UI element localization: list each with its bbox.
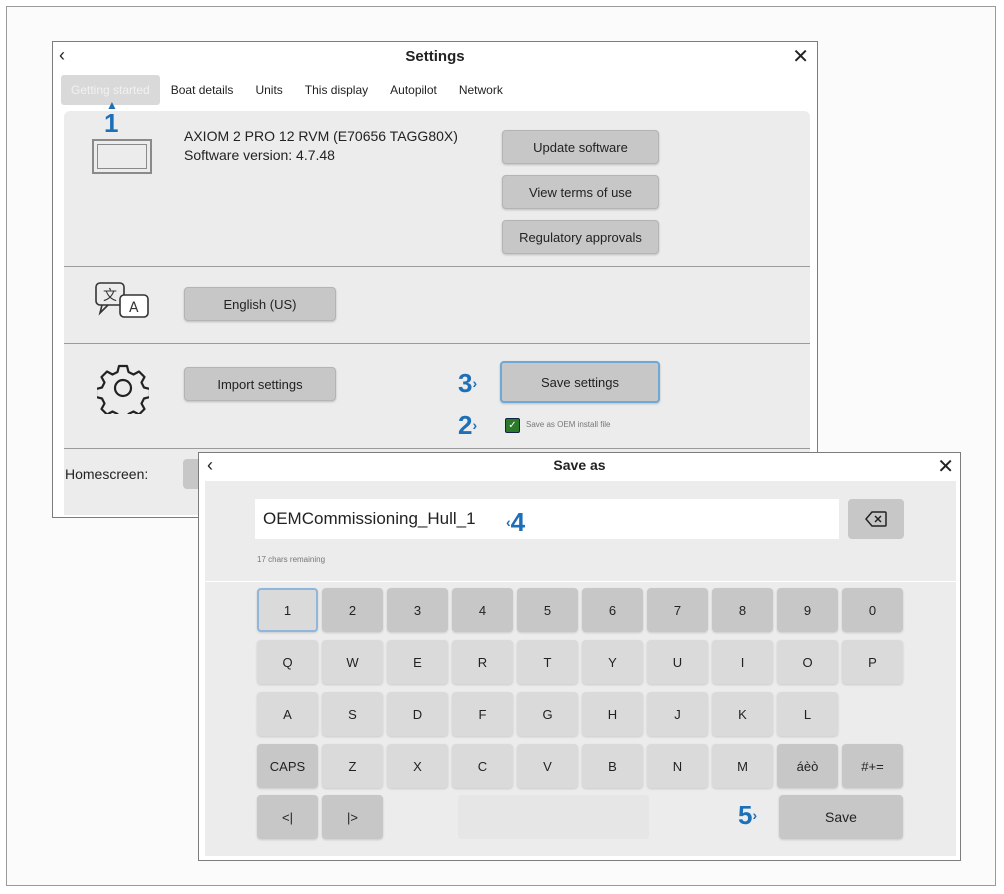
key-9[interactable]: 9 [777, 588, 838, 632]
key-c[interactable]: C [452, 744, 513, 788]
filename-input[interactable] [255, 499, 839, 539]
key-8[interactable]: 8 [712, 588, 773, 632]
language-button[interactable]: English (US) [184, 287, 336, 321]
svg-text:A: A [129, 300, 139, 316]
close-icon[interactable]: ✕ [937, 454, 954, 479]
key-0[interactable]: 0 [842, 588, 903, 632]
display-device-icon [92, 139, 152, 174]
settings-window: ‹ Settings ✕ Getting started Boat detail… [52, 41, 818, 518]
settings-io-panel: Import settings Save settings ✓ Save as … [64, 344, 810, 449]
regulatory-approvals-button[interactable]: Regulatory approvals [502, 220, 659, 254]
key-i[interactable]: I [712, 640, 773, 684]
key-caps[interactable]: CAPS [257, 744, 318, 788]
marker-2-arrow: › [472, 417, 478, 433]
key-7[interactable]: 7 [647, 588, 708, 632]
language-icon: 文 A [95, 282, 149, 318]
backspace-icon [865, 511, 887, 527]
homescreen-label: Homescreen: [65, 466, 149, 482]
key-v[interactable]: V [517, 744, 578, 788]
key-2[interactable]: 2 [322, 588, 383, 632]
space-key[interactable] [458, 795, 649, 839]
key-s[interactable]: S [322, 692, 383, 736]
marker-3-arrow: › [472, 375, 478, 391]
settings-titlebar: ‹ Settings ✕ [53, 42, 817, 72]
marker-3-number: 3 [458, 368, 473, 398]
key-3[interactable]: 3 [387, 588, 448, 632]
key-d[interactable]: D [387, 692, 448, 736]
oem-install-checkbox[interactable]: ✓ [505, 418, 520, 433]
gear-icon [97, 364, 149, 414]
key-u[interactable]: U [647, 640, 708, 684]
key-6[interactable]: 6 [582, 588, 643, 632]
key-x[interactable]: X [387, 744, 448, 788]
tab-autopilot[interactable]: Autopilot [379, 75, 448, 105]
key-a[interactable]: A [257, 692, 318, 736]
save-as-title: Save as [553, 457, 606, 473]
key-h[interactable]: H [582, 692, 643, 736]
device-name: AXIOM 2 PRO 12 RVM (E70656 TAGG80X) [184, 128, 458, 144]
key-g[interactable]: G [517, 692, 578, 736]
key-p[interactable]: P [842, 640, 903, 684]
key-z[interactable]: Z [322, 744, 383, 788]
on-screen-keyboard: 1 2 3 4 5 6 7 8 9 0 Q W E R T Y U I O P … [205, 582, 956, 856]
settings-tabs: Getting started Boat details Units This … [61, 75, 514, 105]
marker-5-number: 5 [738, 800, 753, 830]
key-n[interactable]: N [647, 744, 708, 788]
key-j[interactable]: J [647, 692, 708, 736]
key-q[interactable]: Q [257, 640, 318, 684]
import-settings-button[interactable]: Import settings [184, 367, 336, 401]
key-y[interactable]: Y [582, 640, 643, 684]
key-e[interactable]: E [387, 640, 448, 684]
save-button[interactable]: Save [779, 795, 903, 839]
tab-network[interactable]: Network [448, 75, 514, 105]
marker-1: 1 [104, 108, 118, 139]
view-terms-button[interactable]: View terms of use [502, 175, 659, 209]
key-accents[interactable]: áèò [777, 744, 838, 788]
key-r[interactable]: R [452, 640, 513, 684]
cursor-left-key[interactable]: <| [257, 795, 318, 839]
device-panel: AXIOM 2 PRO 12 RVM (E70656 TAGG80X) Soft… [64, 111, 810, 267]
oem-checkbox-label: Save as OEM install file [526, 420, 611, 429]
settings-title: Settings [405, 48, 465, 65]
tab-units[interactable]: Units [244, 75, 293, 105]
key-1[interactable]: 1 [257, 588, 318, 632]
save-as-dialog: ‹ Save as ✕ 17 chars remaining 1 2 3 4 5… [198, 452, 961, 861]
chars-remaining: 17 chars remaining [257, 555, 326, 564]
backspace-button[interactable] [848, 499, 904, 539]
marker-3: 3› [458, 368, 477, 399]
software-version: Software version: 4.7.48 [184, 147, 335, 163]
key-m[interactable]: M [712, 744, 773, 788]
key-b[interactable]: B [582, 744, 643, 788]
close-icon[interactable]: ✕ [792, 44, 809, 69]
key-t[interactable]: T [517, 640, 578, 684]
key-w[interactable]: W [322, 640, 383, 684]
tab-boat-details[interactable]: Boat details [160, 75, 245, 105]
filename-area: 17 chars remaining [205, 481, 956, 581]
key-k[interactable]: K [712, 692, 773, 736]
cursor-right-key[interactable]: |> [322, 795, 383, 839]
marker-4-number: 4 [510, 507, 526, 537]
key-symbols[interactable]: #+= [842, 744, 903, 788]
update-software-button[interactable]: Update software [502, 130, 659, 164]
key-4[interactable]: 4 [452, 588, 513, 632]
marker-2: 2› [458, 410, 477, 441]
language-panel: 文 A English (US) [64, 267, 810, 344]
key-f[interactable]: F [452, 692, 513, 736]
key-o[interactable]: O [777, 640, 838, 684]
marker-5: 5› [738, 800, 757, 831]
marker-1-number: 1 [104, 108, 119, 138]
tab-this-display[interactable]: This display [294, 75, 379, 105]
marker-2-number: 2 [458, 410, 473, 440]
key-5[interactable]: 5 [517, 588, 578, 632]
marker-5-arrow: › [752, 807, 758, 823]
marker-4: ‹4 [506, 507, 525, 538]
svg-text:文: 文 [103, 288, 117, 304]
key-l[interactable]: L [777, 692, 838, 736]
save-settings-button[interactable]: Save settings [500, 361, 660, 403]
